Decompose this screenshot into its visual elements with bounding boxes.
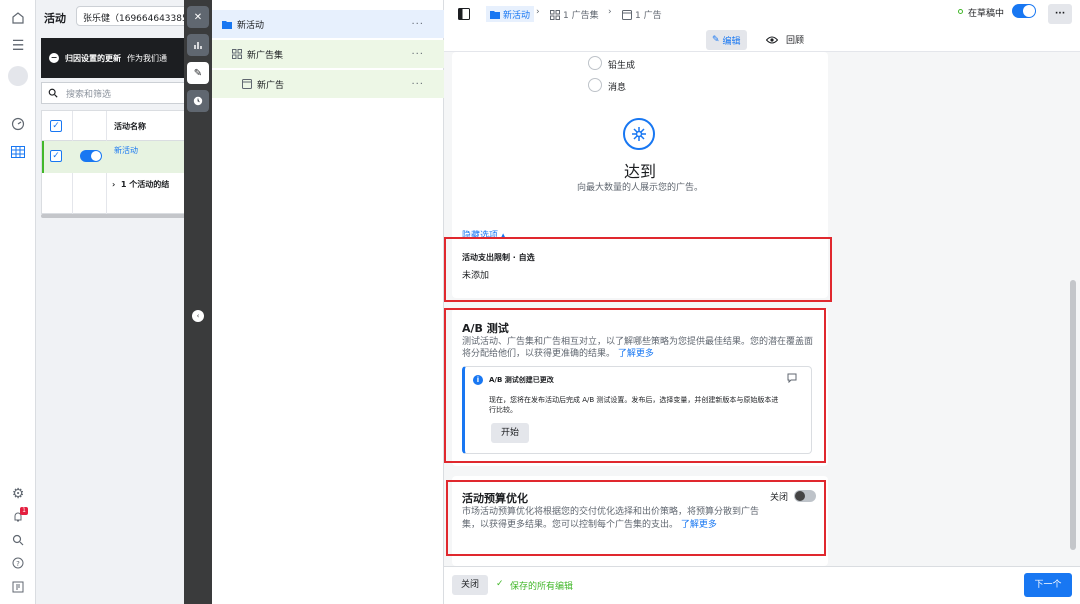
draft-status: 在草稿中	[968, 9, 1005, 19]
page-title: 活动	[44, 12, 66, 25]
bar-chart-icon[interactable]	[187, 34, 209, 56]
breadcrumb-adset-label: 1 广告集	[563, 11, 599, 21]
clock-icon[interactable]	[187, 90, 209, 112]
account-selector[interactable]: 张乐健（1696646433857	[76, 6, 186, 26]
ad-icon	[242, 79, 252, 89]
gear-icon[interactable]: ⚙	[8, 484, 28, 504]
table-header: ✓ 活动名称	[42, 111, 186, 141]
grid-icon	[550, 9, 560, 20]
update-banner[interactable]: − 归因设置的更新 作为我们通	[41, 38, 186, 78]
summary-text: 1 个活动的结	[120, 180, 170, 189]
left-nav-rail: ☰ ⚙ 1 ?	[0, 0, 36, 604]
edit-mode-label: 编辑	[722, 36, 741, 47]
folder-icon	[490, 10, 500, 19]
breadcrumb-campaign[interactable]: 新活动	[486, 6, 535, 22]
sidebar-toggle-icon[interactable]	[458, 8, 470, 23]
summary-row[interactable]: › 1 个活动的结	[112, 179, 169, 190]
horizontal-scrollbar[interactable]	[41, 214, 186, 218]
collapse-left-icon[interactable]: ‹	[192, 310, 204, 322]
highlight-box-ab-test	[444, 308, 826, 463]
campaign-toggle[interactable]	[80, 150, 102, 162]
search-placeholder: 搜索和筛选	[66, 89, 112, 100]
chevron-right-icon: ›	[608, 7, 612, 17]
highlight-box-cbo	[446, 480, 826, 556]
saved-status: 保存的所有编辑	[510, 582, 574, 592]
banner-title: 归因设置的更新	[65, 53, 121, 63]
dashboard-icon[interactable]	[8, 114, 28, 134]
objective-label-lead: 铅生成	[608, 61, 636, 71]
ads-manager-table-icon[interactable]	[8, 142, 28, 162]
row-checkbox[interactable]: ✓	[50, 150, 62, 162]
campaign-table: ✓ 活动名称 ✓ 新活动 › 1 个活动的结	[41, 110, 186, 215]
search-icon[interactable]	[8, 530, 28, 550]
select-all-checkbox[interactable]: ✓	[50, 120, 62, 132]
more-options-icon[interactable]: ···	[411, 19, 424, 30]
breadcrumb-ad-label: 1 广告	[635, 11, 662, 21]
breadcrumb-campaign-label: 新活动	[503, 10, 531, 21]
folder-icon	[222, 20, 232, 29]
ad-icon	[622, 9, 632, 20]
close-button[interactable]: 关闭	[452, 575, 488, 595]
notification-bell-icon[interactable]: 1	[8, 507, 28, 527]
minus-icon: −	[49, 53, 59, 63]
column-header-name: 活动名称	[114, 122, 146, 131]
breadcrumb-adset[interactable]: 1 广告集	[550, 8, 599, 21]
search-icon	[48, 88, 58, 98]
tree-item-adset[interactable]: 新广告集 ···	[212, 40, 444, 68]
review-mode-label: 回顾	[786, 36, 805, 46]
more-options-icon[interactable]: ···	[411, 49, 424, 60]
campaign-tree-panel: 新活动 ··· 新广告集 ··· 新广告 ···	[212, 0, 444, 604]
tree-item-campaign[interactable]: 新活动 ···	[212, 10, 444, 38]
pencil-icon[interactable]: ✎	[187, 62, 209, 84]
chevron-right-icon: ›	[112, 180, 116, 189]
tree-campaign-label: 新活动	[237, 20, 265, 31]
objective-radio-lead[interactable]	[588, 56, 602, 70]
svg-text:?: ?	[16, 560, 20, 568]
table-row[interactable]: ✓ 新活动	[42, 141, 186, 173]
next-button[interactable]: 下一个	[1024, 573, 1072, 597]
campaign-list-area: 活动 张乐健（1696646433857 − 归因设置的更新 作为我们通 搜索和…	[36, 0, 186, 604]
notification-badge: 1	[20, 507, 28, 515]
highlight-box-spend-limit	[444, 237, 832, 302]
review-mode-button[interactable]: 回顾	[766, 33, 804, 46]
check-icon: ✓	[496, 579, 504, 589]
menu-icon[interactable]: ☰	[8, 36, 28, 56]
report-icon[interactable]	[8, 577, 28, 597]
grid-icon	[232, 49, 242, 59]
close-icon[interactable]: ✕	[187, 6, 209, 28]
vertical-scrollbar[interactable]	[1070, 280, 1076, 550]
eye-icon	[766, 36, 778, 43]
more-options-icon[interactable]: ···	[411, 79, 424, 90]
tree-item-ad[interactable]: 新广告 ···	[212, 70, 444, 98]
objective-radio-messages[interactable]	[588, 78, 602, 92]
reach-title: 达到	[623, 162, 656, 181]
campaign-name-link[interactable]: 新活动	[114, 145, 138, 156]
editor-topbar: 新活动 › 1 广告集 › 1 广告 在草稿中 ···	[444, 0, 1080, 28]
draft-status-dot	[958, 9, 963, 14]
editor-panel: 新活动 › 1 广告集 › 1 广告 在草稿中 ··· ✎ 编辑 回顾 铅生成	[444, 0, 1080, 604]
campaign-status-toggle[interactable]	[1012, 4, 1036, 18]
edit-mode-button[interactable]: ✎ 编辑	[706, 30, 747, 50]
tree-adset-label: 新广告集	[247, 50, 284, 61]
editor-mode-bar: ✎ 编辑 回顾	[444, 28, 1080, 52]
editor-footer: 关闭 ✓ 保存的所有编辑 下一个	[444, 566, 1080, 604]
pencil-icon: ✎	[712, 35, 720, 45]
reach-description: 向最大数量的人展示您的广告。	[576, 183, 703, 193]
chevron-right-icon: ›	[536, 7, 540, 17]
tree-ad-label: 新广告	[257, 80, 285, 91]
avatar[interactable]	[8, 66, 28, 86]
breadcrumb-ad[interactable]: 1 广告	[622, 8, 662, 21]
objective-label-messages: 消息	[608, 83, 627, 93]
home-icon[interactable]	[8, 8, 28, 28]
editor-tool-strip: ✕ ✎ ‹	[184, 0, 212, 604]
search-filter-input[interactable]: 搜索和筛选	[41, 82, 186, 104]
more-options-button[interactable]: ···	[1048, 4, 1072, 24]
help-icon[interactable]: ?	[8, 553, 28, 573]
reach-icon	[623, 118, 655, 150]
banner-text: 作为我们通	[127, 53, 167, 63]
